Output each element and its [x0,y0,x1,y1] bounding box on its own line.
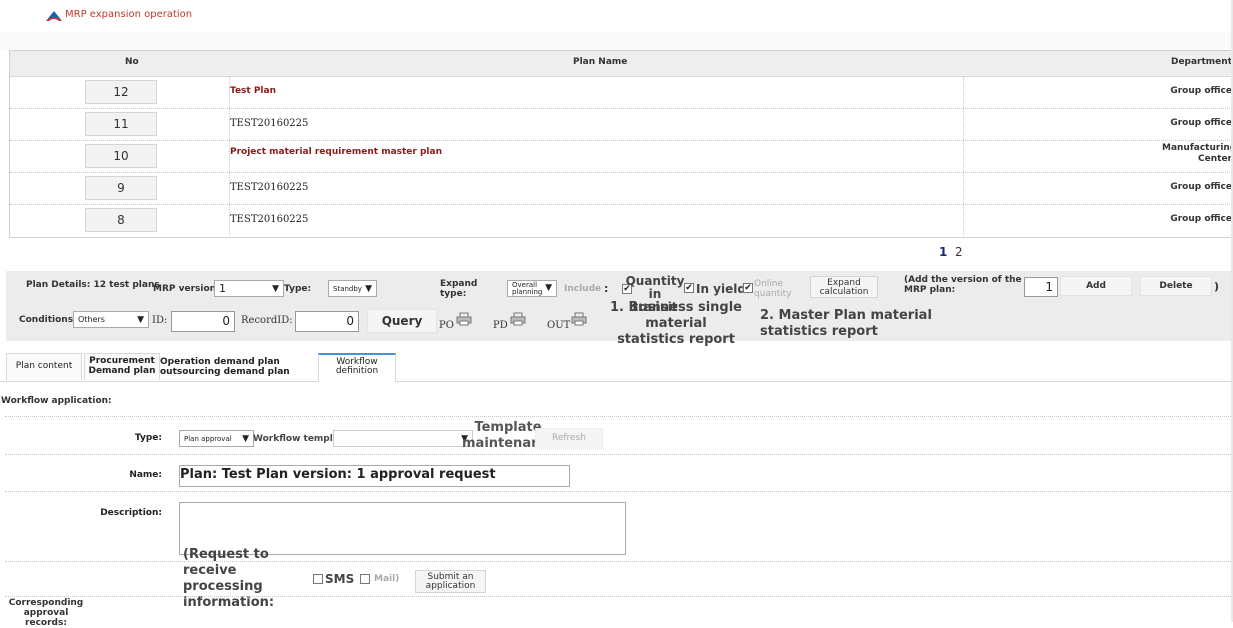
conditions-label: Conditions: [19,315,77,325]
add-version-label: (Add the version of the MRP plan: [904,275,1022,295]
app-logo-icon [46,11,62,21]
add-version-input[interactable]: 1 [1024,277,1058,297]
row-plan-name[interactable]: Test Plan [230,86,276,96]
row-no[interactable]: 8 [85,208,157,232]
request-info-label: (Request to receive processing informati… [183,547,275,610]
add-button[interactable]: Add [1060,276,1132,296]
row-no[interactable]: 9 [85,176,157,200]
tab-plan-content[interactable]: Plan content [6,353,82,380]
col-header-department[interactable]: Department [1171,57,1232,67]
po-label: PO [439,320,454,331]
table-row[interactable]: 12 Test Plan Group office [10,76,1233,109]
row-department: Group office [1170,86,1232,96]
row-department: Group office [1170,118,1232,128]
workflow-application-label: Workflow application: [1,396,112,406]
po-printer-icon[interactable] [456,312,472,326]
mrp-version-select[interactable]: 1 ▼ [214,280,284,297]
report-1-link[interactable]: 1. Business single material statistics r… [610,300,742,348]
report-2-link[interactable]: 2. Master Plan material statistics repor… [760,308,1000,340]
id-label: ID: [152,315,168,326]
table-row[interactable]: 11 TEST20160225 Group office [10,108,1233,141]
out-label: OUT [547,320,571,331]
query-button[interactable]: Query [367,309,437,333]
workflow-template-select[interactable]: ▼ [333,430,473,447]
table-row[interactable]: 9 TEST20160225 Group office [10,172,1233,205]
row-no[interactable]: 11 [85,112,157,136]
tab-workflow-definition[interactable]: Workflow definition [318,353,396,382]
record-id-label: RecordID: [241,315,293,326]
sms-label: SMS [325,572,355,586]
col-header-no[interactable]: No [125,57,139,67]
in-yield-checkbox[interactable]: ✔ [684,283,694,293]
chevron-down-icon: ▼ [365,284,372,294]
close-paren: ) [1214,280,1220,293]
workflow-description-label: Description: [100,508,162,518]
plan-details-label: Plan Details: 12 test plans [26,280,160,290]
page-1-link[interactable]: 1 [939,245,947,259]
table-row[interactable]: 10 Project material requirement master p… [10,140,1233,173]
tab-procurement-demand-plan[interactable]: Procurement Demand plan [84,353,160,380]
tab-operation-outsourcing-demand-plan[interactable]: Operation demand plan outsourcing demand… [160,353,314,380]
include-colon: : [604,282,609,295]
table-header: No Plan Name Department [10,51,1233,77]
type-label: Type: [284,284,312,294]
pd-printer-icon[interactable] [510,312,526,326]
expand-type-label: Expand type: [440,279,478,299]
row-department: Manufacturing Center [1162,143,1233,164]
sms-checkbox[interactable] [313,574,323,584]
row-no[interactable]: 10 [85,144,157,168]
header-strip [0,32,1233,50]
chevron-down-icon: ▼ [545,283,552,293]
chevron-down-icon: ▼ [242,434,249,444]
mrp-version-label: MRP version: [153,284,220,294]
page-2-link[interactable]: 2 [955,245,963,259]
row-department: Group office [1170,214,1232,224]
in-yield-label: In yield [696,282,746,296]
mail-checkbox[interactable] [360,574,370,584]
app-title: MRP expansion operation [65,9,193,20]
expand-calculation-button[interactable]: Expand calculation [810,276,878,298]
chevron-down-icon: ▼ [137,315,144,325]
submit-application-button[interactable]: Submit an application [415,570,486,593]
record-id-input[interactable]: 0 [295,311,359,332]
id-input[interactable]: 0 [171,311,235,332]
row-plan-name[interactable]: TEST20160225 [230,118,308,129]
plan-table: No Plan Name Department 12 Test Plan Gro… [9,50,1233,238]
pd-label: PD [493,320,508,331]
expand-type-select[interactable]: Overall planning ▼ [507,280,557,297]
conditions-select[interactable]: Others ▼ [73,311,149,328]
online-quantity-label: Online quantity [754,279,792,299]
workflow-name-label: Name: [129,470,162,480]
workflow-name-input[interactable]: Plan: Test Plan version: 1 approval requ… [179,465,570,487]
chevron-down-icon: ▼ [272,284,279,294]
include-label: Include [564,284,602,294]
workflow-type-label: Type: [134,433,162,443]
delete-button[interactable]: Delete [1140,276,1212,296]
out-printer-icon[interactable] [571,312,587,326]
table-row[interactable]: 8 TEST20160225 Group office [10,204,1233,236]
row-plan-name[interactable]: Project material requirement master plan [230,147,442,157]
row-plan-name[interactable]: TEST20160225 [230,214,308,225]
refresh-button[interactable]: Refresh [535,428,603,449]
online-quantity-checkbox[interactable]: ✔ [743,283,753,293]
mail-label: Mail) [374,574,400,584]
workflow-type-select[interactable]: Plan approval ▼ [179,430,254,447]
type-select[interactable]: Standby ▼ [328,280,377,297]
approval-records-label: Corresponding approval records: [8,598,84,628]
col-header-plan-name[interactable]: Plan Name [573,57,627,67]
row-no[interactable]: 12 [85,80,157,104]
row-department: Group office [1170,182,1232,192]
row-plan-name[interactable]: TEST20160225 [230,182,308,193]
